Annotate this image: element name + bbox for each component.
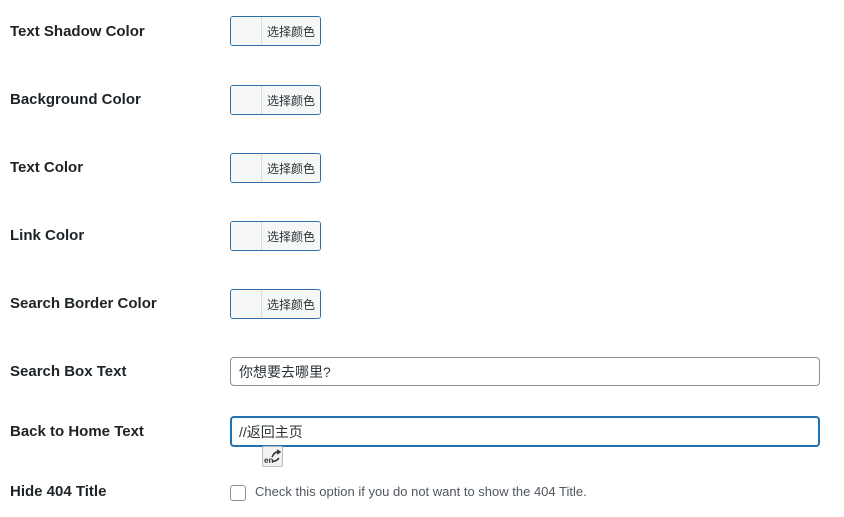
text-shadow-color-button[interactable]: 选择颜色 xyxy=(230,16,321,46)
color-swatch xyxy=(231,154,262,182)
select-color-text: 选择颜色 xyxy=(262,154,320,182)
select-color-text: 选择颜色 xyxy=(262,290,320,318)
color-swatch xyxy=(231,222,262,250)
link-color-label: Link Color xyxy=(10,227,85,244)
hide-404-title-checkbox[interactable] xyxy=(230,485,246,501)
text-color-label: Text Color xyxy=(10,159,84,176)
select-color-text: 选择颜色 xyxy=(262,17,320,45)
hide-404-title-description: Check this option if you do not want to … xyxy=(255,484,587,499)
search-border-color-label: Search Border Color xyxy=(10,295,157,312)
hide-404-title-label: Hide 404 Title xyxy=(10,483,107,500)
color-swatch xyxy=(231,17,262,45)
background-color-button[interactable]: 选择颜色 xyxy=(230,85,321,115)
select-color-text: 选择颜色 xyxy=(262,222,320,250)
text-color-button[interactable]: 选择颜色 xyxy=(230,153,321,183)
color-swatch xyxy=(231,290,262,318)
background-color-label: Background Color xyxy=(10,91,141,108)
back-to-home-text-label: Back to Home Text xyxy=(10,423,144,440)
select-color-text: 选择颜色 xyxy=(262,86,320,114)
text-shadow-color-label: Text Shadow Color xyxy=(10,23,145,40)
search-box-text-input[interactable] xyxy=(230,357,820,386)
svg-text:en: en xyxy=(264,456,273,465)
color-swatch xyxy=(231,86,262,114)
link-color-button[interactable]: 选择颜色 xyxy=(230,221,321,251)
search-border-color-button[interactable]: 选择颜色 xyxy=(230,289,321,319)
ime-language-icon[interactable]: en xyxy=(262,446,283,467)
settings-page: Text Shadow Color 选择颜色 Background Color … xyxy=(0,0,844,517)
search-box-text-label: Search Box Text xyxy=(10,363,127,380)
back-to-home-text-input[interactable] xyxy=(230,416,820,447)
